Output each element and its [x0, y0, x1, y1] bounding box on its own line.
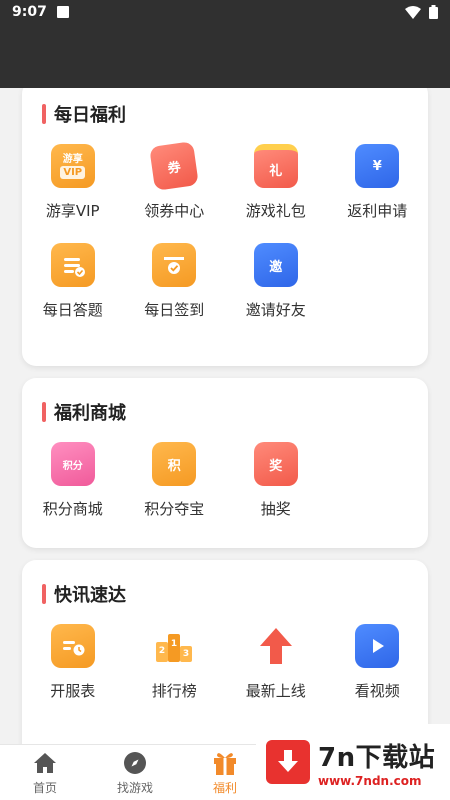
svg-text:1: 1: [171, 639, 177, 649]
watermark-text: 7n下载站 www.7ndn.com: [318, 737, 435, 788]
section-grid: 游享 VIP 游享VIP 券 领券中心 礼 游戏礼包 ¥ 返利申请 每日答题 每…: [22, 141, 429, 320]
video-play-icon: [355, 624, 400, 668]
section-title: 快讯速达: [42, 582, 126, 606]
section-title: 每日福利: [42, 102, 126, 126]
grid-item-daily-quiz[interactable]: 每日答题: [22, 243, 124, 320]
grid-item-invite-friends[interactable]: 邀 邀请好友: [225, 243, 327, 320]
watermark-title: 7n下载站: [318, 742, 436, 773]
grid-item-label: 每日答题: [42, 301, 103, 319]
grid-item-label: 邀请好友: [245, 301, 306, 319]
section-grid: 开服表 12 3 排行榜 最新上线 看视频: [22, 624, 428, 701]
grid-item-label: 积分商城: [42, 500, 103, 518]
ranking-podium-icon: 12 3: [152, 624, 196, 668]
header-bar: [0, 24, 450, 88]
grid-item-daily-checkin[interactable]: 每日签到: [124, 243, 226, 320]
section-daily-welfare: 每日福利 游享 VIP 游享VIP 券 领券中心 礼 游戏礼包 ¥ 返利申请 每…: [22, 88, 428, 366]
grid-item-server-schedule[interactable]: 开服表: [22, 624, 124, 701]
grid-item-label: 积分夺宝: [144, 500, 205, 518]
nav-label: 福利: [212, 780, 237, 795]
section-accent-bar: [42, 584, 46, 604]
grid-item-label: 最新上线: [245, 682, 306, 700]
nav-item-find-games[interactable]: 找游戏: [90, 745, 180, 800]
grid-item-label: 抽奖: [260, 500, 291, 518]
invite-share-icon: 邀: [253, 243, 298, 287]
grid-item-rebate-apply[interactable]: ¥ 返利申请: [327, 144, 429, 221]
grid-item-coupon-center[interactable]: 券 领券中心: [124, 141, 226, 221]
site-watermark: 7n下载站 www.7ndn.com: [256, 724, 450, 800]
grid-item-points-mall[interactable]: 积分 积分商城: [22, 442, 124, 519]
grid-item-label: 游戏礼包: [245, 202, 306, 220]
nav-item-home[interactable]: 首页: [0, 745, 90, 800]
status-icons: [405, 5, 438, 19]
grid-item-label: 排行榜: [151, 682, 197, 700]
section-accent-bar: [42, 104, 46, 124]
download-logo-icon: [266, 740, 310, 784]
status-time: 9:07: [12, 4, 47, 20]
home-icon: [32, 750, 58, 776]
treasure-icon: 积: [152, 442, 197, 486]
grid-item-ranking[interactable]: 12 3 排行榜: [124, 624, 226, 701]
sim-card-icon: [56, 6, 69, 18]
shopping-bag-icon: 积分: [50, 442, 95, 486]
grid-item-points-treasure[interactable]: 积 积分夺宝: [124, 442, 226, 519]
content-area[interactable]: 每日福利 游享 VIP 游享VIP 券 领券中心 礼 游戏礼包 ¥ 返利申请 每…: [0, 88, 450, 744]
svg-text:2: 2: [159, 646, 165, 656]
lottery-icon: 奖: [253, 442, 298, 486]
section-grid: 积分 积分商城 积 积分夺宝 奖 抽奖: [22, 442, 428, 519]
battery-icon: [429, 5, 438, 19]
grid-item-label: 开服表: [50, 682, 96, 700]
nav-label: 找游戏: [116, 780, 153, 795]
gift-box-icon: 礼: [253, 144, 298, 188]
compass-icon: [122, 750, 148, 776]
rebate-wallet-icon: ¥: [355, 144, 400, 188]
watermark-url: www.7ndn.com: [318, 773, 422, 788]
grid-item-label: 领券中心: [144, 202, 205, 220]
grid-item-vip[interactable]: 游享 VIP 游享VIP: [22, 144, 124, 221]
grid-item-label: 每日签到: [144, 301, 205, 319]
coupon-icon: 券: [149, 141, 200, 191]
svg-text:3: 3: [183, 649, 189, 659]
calendar-check-icon: [152, 243, 197, 287]
grid-item-watch-video[interactable]: 看视频: [327, 624, 429, 701]
grid-item-label: 返利申请: [347, 202, 408, 220]
grid-item-game-gift[interactable]: 礼 游戏礼包: [225, 144, 327, 221]
nav-label: 首页: [32, 780, 57, 795]
grid-item-lottery[interactable]: 奖 抽奖: [225, 442, 327, 519]
arrow-up-icon: [254, 624, 298, 668]
status-bar: 9:07: [0, 0, 450, 24]
section-title: 福利商城: [42, 400, 126, 424]
section-welfare-mall: 福利商城 积分 积分商城 积 积分夺宝 奖 抽奖: [22, 378, 428, 548]
section-accent-bar: [42, 402, 46, 422]
vip-badge-icon: 游享 VIP: [50, 144, 95, 188]
server-schedule-icon: [50, 624, 95, 668]
grid-item-label: 看视频: [354, 682, 400, 700]
wifi-icon: [405, 5, 421, 19]
grid-item-newly-launched[interactable]: 最新上线: [225, 624, 327, 701]
quiz-clipboard-icon: [50, 243, 95, 287]
section-news-express: 快讯速达 开服表 12 3 排行榜 最新上线 看视频: [22, 560, 428, 744]
gift-icon: [212, 750, 238, 776]
grid-item-label: 游享VIP: [45, 202, 100, 220]
